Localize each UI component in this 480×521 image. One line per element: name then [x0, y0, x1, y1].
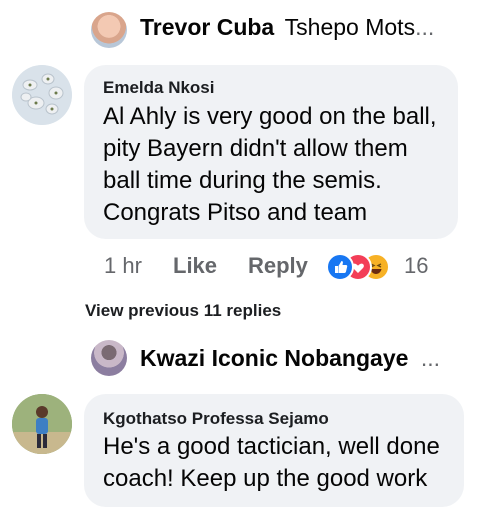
person-avatar-image: [12, 394, 72, 454]
reactions-summary[interactable]: 16: [326, 252, 436, 282]
reply-snippet: Tshepo Mots: [284, 14, 416, 40]
reply-author-name: Kwazi Iconic Nobangaye: [140, 345, 409, 371]
reply-ellipsis: ...: [420, 345, 441, 371]
comment-bubble[interactable]: Kgothatso Professa Sejamo He's a good ta…: [84, 394, 464, 507]
like-button-label: Like: [173, 253, 218, 278]
comment-author[interactable]: Emelda Nkosi: [103, 78, 215, 98]
comment-bubble[interactable]: Emelda Nkosi Al Ahly is very good on the…: [84, 65, 458, 239]
comment-text-line: ball time during the semis.: [103, 167, 382, 194]
comment-text: Al Ahly is very good on the ball, pity B…: [103, 101, 453, 229]
reply-ellipsis: ...: [415, 14, 435, 40]
avatar-trevor-cuba[interactable]: [91, 12, 127, 48]
comment-timestamp[interactable]: 1 hr: [104, 253, 142, 279]
reaction-count: 16: [404, 253, 429, 278]
comment-text-line: pity Bayern didn't allow them: [103, 135, 408, 162]
reply-author-name: Trevor Cuba: [140, 14, 275, 40]
reply-button[interactable]: Reply: [248, 253, 308, 279]
comment-author[interactable]: Kgothatso Professa Sejamo: [103, 409, 329, 429]
comment-text-line: He's a good tactician, well done: [103, 433, 440, 460]
avatar-kwazi-iconic[interactable]: [91, 340, 127, 376]
view-previous-replies-link[interactable]: View previous 11 replies: [85, 301, 281, 321]
reply-preview-row[interactable]: Kwazi Iconic Nobangaye ...: [140, 345, 470, 377]
like-button[interactable]: Like: [173, 253, 217, 279]
comment-text-line: Al Ahly is very good on the ball,: [103, 103, 437, 130]
avatar-emelda-nkosi[interactable]: [12, 65, 72, 125]
reply-preview-row[interactable]: Trevor Cuba Tshepo Mots...: [140, 14, 470, 46]
comment-text: He's a good tactician, well done coach! …: [103, 431, 461, 495]
reply-button-label: Reply: [248, 253, 308, 278]
comment-text-line: Congrats Pitso and team: [103, 199, 368, 226]
avatar-kgothatso-sejamo[interactable]: [12, 394, 72, 454]
comment-text-line: coach! Keep up the good work: [103, 465, 428, 492]
like-icon: [326, 253, 354, 281]
flower-avatar-image: [12, 65, 72, 125]
